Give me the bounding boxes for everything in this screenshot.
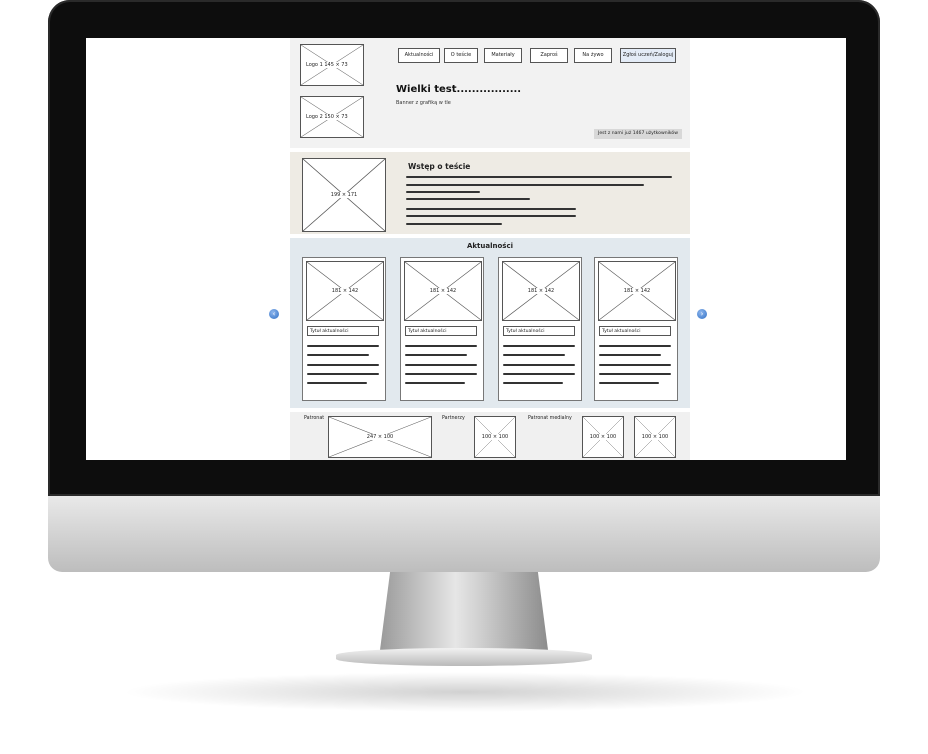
media-patron-label: Patronat medialny [528, 416, 572, 421]
news-text-line [307, 345, 379, 347]
intro-title: Wstęp o teście [408, 162, 471, 171]
media-patron-image-label: 100 × 100 [640, 434, 670, 440]
intro-text-line [406, 223, 502, 225]
logo-1-label: Logo 1 145 × 73 [305, 62, 349, 68]
news-text-line [405, 345, 477, 347]
news-card[interactable]: 181 × 142 Tytuł aktualności [594, 257, 678, 401]
news-text-line [405, 364, 477, 366]
media-patron-image-label: 100 × 100 [588, 434, 618, 440]
patron-label: Patronat [304, 416, 325, 421]
nav-aktualnosci[interactable]: Aktualności [398, 48, 440, 63]
intro-text-line [406, 198, 530, 200]
intro-text-line [406, 176, 672, 178]
news-card-image-label: 181 × 142 [428, 288, 458, 294]
news-text-line [503, 354, 565, 356]
news-text-line [503, 364, 575, 366]
logo-2-placeholder[interactable]: Logo 2 150 × 73 [300, 96, 364, 138]
monitor-chin [48, 496, 880, 572]
news-text-line [503, 345, 575, 347]
news-text-line [599, 345, 671, 347]
news-text-line [599, 382, 659, 384]
news-text-line [307, 373, 379, 375]
intro-image-label: 199 × 171 [329, 192, 359, 198]
news-card-title[interactable]: Tytuł aktualności [307, 326, 379, 336]
news-card-image-label: 181 × 142 [330, 288, 360, 294]
chevron-left-icon[interactable]: ‹ [269, 309, 279, 319]
intro-text-line [406, 215, 576, 217]
partners-label: Partnerzy [442, 416, 465, 421]
logo-2-label: Logo 2 150 × 73 [305, 114, 349, 120]
news-text-line [405, 373, 477, 375]
news-title: Aktualności [466, 242, 514, 250]
news-card-image: 181 × 142 [598, 261, 676, 321]
nav-na-zywo[interactable]: Na żywo [574, 48, 612, 63]
intro-image-placeholder: 199 × 171 [302, 158, 386, 232]
users-count-badge: Jest z nami już 1467 użytkowników [594, 129, 682, 139]
patron-image-label: 247 × 100 [365, 434, 395, 440]
intro-text-line [406, 208, 576, 210]
news-text-line [405, 354, 467, 356]
news-text-line [307, 354, 369, 356]
news-card-title[interactable]: Tytuł aktualności [599, 326, 671, 336]
news-card-image: 181 × 142 [306, 261, 384, 321]
site-title: Wielki test................. [396, 84, 522, 95]
banner-subtitle: Banner z grafiką w tle [396, 100, 451, 106]
news-card-image-label: 181 × 142 [622, 288, 652, 294]
news-text-line [599, 364, 671, 366]
patron-image-placeholder[interactable]: 247 × 100 [328, 416, 432, 458]
news-card[interactable]: 181 × 142 Tytuł aktualności [498, 257, 582, 401]
news-text-line [307, 382, 367, 384]
news-card-image-label: 181 × 142 [526, 288, 556, 294]
nav-zglos-zaloguj[interactable]: Zgłoś uczeń/Zaloguj [620, 48, 676, 63]
news-text-line [503, 373, 575, 375]
news-text-line [307, 364, 379, 366]
logo-1-placeholder[interactable]: Logo 1 145 × 73 [300, 44, 364, 86]
intro-text-line [406, 191, 480, 193]
wireframe-page: Logo 1 145 × 73 Logo 2 150 × 73 Aktualno… [290, 38, 690, 460]
nav-zapros[interactable]: Zaproś [530, 48, 568, 63]
intro-text-line [406, 184, 644, 186]
news-card-title[interactable]: Tytuł aktualności [503, 326, 575, 336]
news-card-image: 181 × 142 [502, 261, 580, 321]
news-card[interactable]: 181 × 142 Tytuł aktualności [400, 257, 484, 401]
partner-image-placeholder[interactable]: 100 × 100 [474, 416, 516, 458]
news-card-image: 181 × 142 [404, 261, 482, 321]
monitor-stand-neck [380, 572, 548, 650]
news-text-line [599, 373, 671, 375]
news-card[interactable]: 181 × 142 Tytuł aktualności [302, 257, 386, 401]
monitor-screen: Logo 1 145 × 73 Logo 2 150 × 73 Aktualno… [86, 38, 846, 460]
partner-image-label: 100 × 100 [480, 434, 510, 440]
monitor-shadow [120, 672, 810, 712]
media-patron-image-placeholder[interactable]: 100 × 100 [582, 416, 624, 458]
news-card-title[interactable]: Tytuł aktualności [405, 326, 477, 336]
monitor-stand-foot [336, 648, 592, 666]
nav-o-tescie[interactable]: O teście [444, 48, 478, 63]
news-text-line [599, 354, 661, 356]
media-patron-image-placeholder[interactable]: 100 × 100 [634, 416, 676, 458]
news-text-line [405, 382, 465, 384]
news-text-line [503, 382, 563, 384]
nav-materialy[interactable]: Materiały [484, 48, 522, 63]
chevron-right-icon[interactable]: › [697, 309, 707, 319]
